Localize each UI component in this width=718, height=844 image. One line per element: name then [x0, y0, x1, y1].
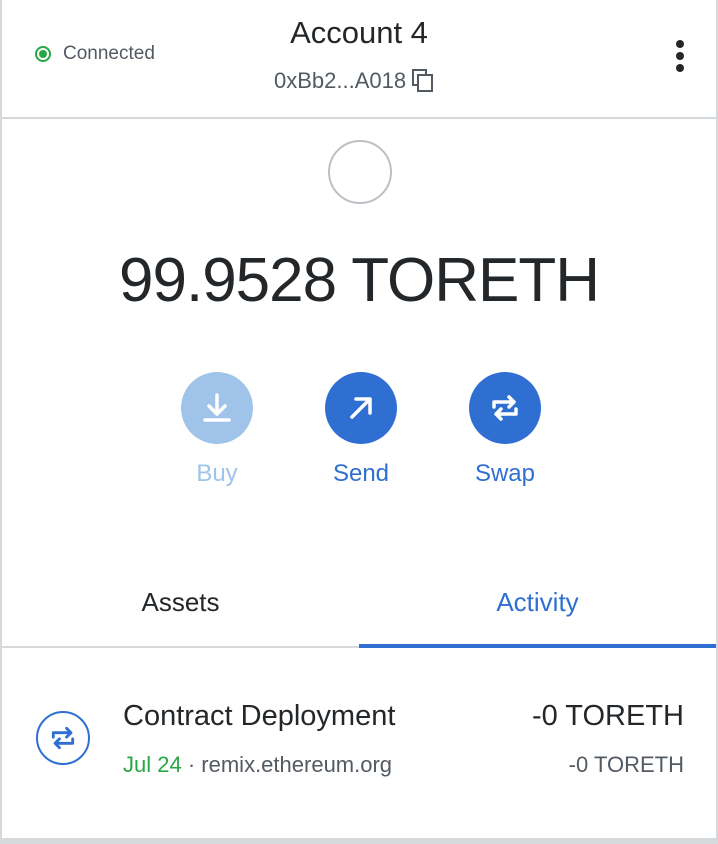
tab-assets[interactable]: Assets	[2, 558, 359, 646]
transaction-secondary-amount: -0 TORETH	[568, 752, 684, 777]
balance-amount: 99.9528 TORETH	[119, 246, 600, 315]
transaction-amount: -0 TORETH	[531, 700, 684, 732]
send-button[interactable]: Send	[311, 372, 411, 488]
account-name[interactable]: Account 4	[2, 15, 716, 51]
buy-button[interactable]: Buy	[167, 372, 267, 488]
download-icon	[203, 393, 231, 422]
swap-label: Swap	[474, 460, 536, 487]
transaction-title: Contract Deployment	[123, 700, 396, 732]
wallet-tabs: Assets Activity	[2, 558, 716, 648]
swap-arrows-icon	[492, 395, 518, 421]
activity-list-item[interactable]: Contract Deployment Jul 24 · remix.ether…	[2, 648, 716, 838]
swap-button[interactable]: Swap	[455, 372, 555, 488]
account-options-menu-icon[interactable]	[666, 36, 694, 76]
transaction-date: Jul 24	[123, 752, 182, 777]
wallet-popup: Connected Account 4 0xBb2...A018 99.9528…	[0, 0, 718, 844]
bottom-divider	[2, 838, 718, 844]
transaction-origin: remix.ethereum.org	[201, 752, 393, 777]
transaction-separator: ·	[187, 752, 196, 777]
account-header: Connected Account 4 0xBb2...A018	[2, 0, 716, 119]
account-avatar	[328, 140, 392, 204]
account-address-copy[interactable]: 0xBb2...A018	[274, 68, 434, 94]
send-label: Send	[332, 460, 390, 487]
buy-label: Buy	[196, 460, 238, 487]
copy-icon	[412, 69, 434, 92]
transaction-subtitle: Jul 24 · remix.ethereum.org	[123, 752, 392, 778]
account-address: 0xBb2...A018	[274, 68, 407, 93]
tab-activity[interactable]: Activity	[359, 558, 716, 648]
arrow-up-right-icon	[350, 397, 372, 419]
transaction-swap-icon	[36, 711, 90, 765]
